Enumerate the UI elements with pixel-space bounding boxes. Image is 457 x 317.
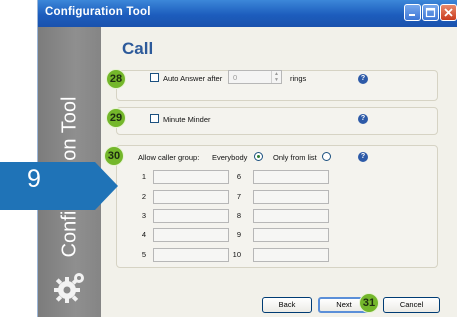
only-from-list-radio[interactable]: [322, 152, 331, 161]
number-field-8[interactable]: [253, 209, 329, 223]
rings-stepper-arrows[interactable]: ▲ ▼: [271, 71, 281, 83]
caller-group-label: Allow caller group:: [138, 153, 200, 162]
number-field-2[interactable]: [153, 190, 229, 204]
help-icon[interactable]: ?: [358, 152, 368, 162]
page-title: Call: [122, 39, 154, 58]
number-field-6[interactable]: [253, 170, 329, 184]
number-field-3[interactable]: [153, 209, 229, 223]
gear-icon: [54, 273, 84, 303]
slot-number: 5: [141, 250, 146, 259]
slot-number: 10: [232, 250, 241, 259]
number-field-10[interactable]: [253, 248, 329, 262]
cancel-button[interactable]: Cancel: [383, 297, 440, 313]
callout-badge: 28: [106, 69, 126, 89]
number-field-4[interactable]: [153, 228, 229, 242]
step-number: 9: [27, 165, 41, 193]
slot-number: 1: [141, 172, 146, 181]
slot-number: 7: [236, 192, 241, 201]
auto-answer-label: Auto Answer after: [163, 74, 223, 83]
maximize-icon: [425, 7, 436, 18]
rings-stepper[interactable]: 0 ▲ ▼: [228, 70, 282, 84]
window-title: Configuration Tool: [45, 6, 151, 18]
callout-badge: 31: [359, 293, 379, 313]
title-bar[interactable]: Configuration Tool: [38, 0, 457, 27]
number-field-7[interactable]: [253, 190, 329, 204]
slot-number: 9: [236, 230, 241, 239]
slot-number: 2: [141, 192, 146, 201]
rings-value: 0: [233, 73, 238, 82]
everybody-radio[interactable]: [254, 152, 263, 161]
back-button[interactable]: Back: [262, 297, 312, 313]
minimize-button[interactable]: [404, 4, 421, 21]
minimize-icon: [409, 14, 415, 16]
callout-badge: 29: [106, 108, 126, 128]
rings-suffix: rings: [290, 74, 307, 83]
close-button[interactable]: [440, 4, 457, 21]
help-icon[interactable]: ?: [358, 114, 368, 124]
number-field-9[interactable]: [253, 228, 329, 242]
auto-answer-checkbox[interactable]: [150, 73, 159, 82]
step-arrow: [0, 162, 118, 210]
slot-number: 6: [236, 172, 241, 181]
minute-minder-label: Minute Minder: [163, 115, 211, 124]
minute-minder-checkbox[interactable]: [150, 114, 159, 123]
option-everybody-label: Everybody: [212, 153, 248, 162]
help-icon[interactable]: ?: [358, 74, 368, 84]
option-only-list-label: Only from list: [273, 153, 317, 162]
slot-number: 4: [141, 230, 146, 239]
slot-number: 3: [141, 211, 146, 220]
slot-number: 8: [236, 211, 241, 220]
number-field-1[interactable]: [153, 170, 229, 184]
maximize-button[interactable]: [422, 4, 439, 21]
close-icon: [444, 8, 453, 17]
number-field-5[interactable]: [153, 248, 229, 262]
